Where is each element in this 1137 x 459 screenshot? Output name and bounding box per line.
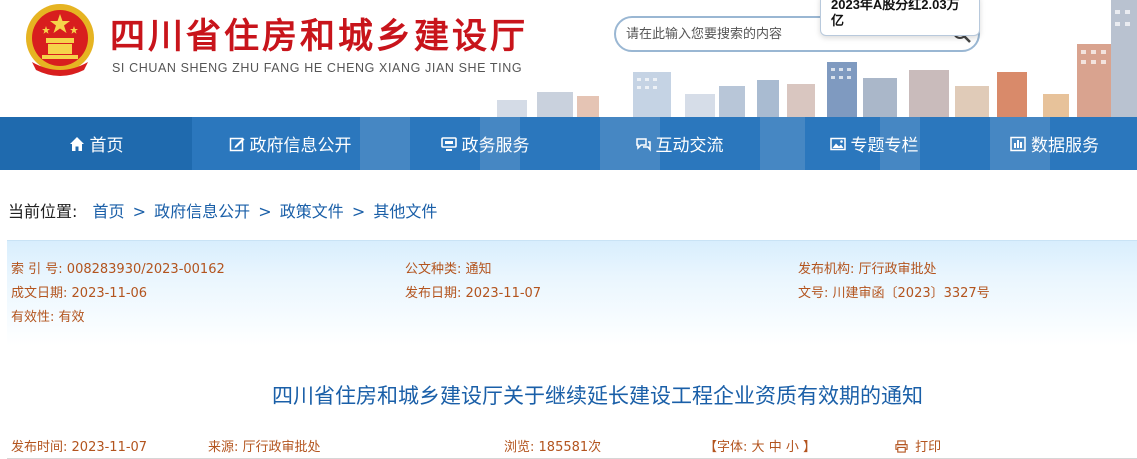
publish-time-label: 发布时间:	[11, 440, 68, 455]
nav-label: 首页	[89, 136, 124, 156]
breadcrumb: 当前位置: 首页 > 政府信息公开 > 政策文件 > 其他文件	[8, 198, 437, 222]
meta-published-label: 发布日期:	[405, 286, 462, 301]
meta-publisher-label: 发布机构:	[798, 262, 855, 277]
meta-created-label: 成文日期:	[11, 286, 68, 301]
meta-index-value: 008283930/2023-00162	[66, 262, 225, 277]
main-nav: 首页 政府信息公开 政务服务 互动交流 专题专栏 数据服务	[0, 117, 1137, 170]
source-value: 厅行政审批处	[242, 440, 321, 455]
breadcrumb-separator: >	[258, 202, 272, 221]
font-size-small-button[interactable]: 小	[786, 440, 799, 455]
meta-created-date: 成文日期: 2023-11-06	[11, 282, 147, 301]
document-meta-panel: 索 引 号: 008283930/2023-00162 公文种类: 通知 发布机…	[7, 240, 1137, 346]
meta-published-date: 发布日期: 2023-11-07	[405, 282, 541, 301]
meta-doc-number: 文号: 川建审函〔2023〕3327号	[798, 282, 990, 301]
national-emblem-icon	[26, 4, 94, 76]
breadcrumb-separator: >	[351, 202, 366, 221]
meta-doc-no-value: 川建审函〔2023〕3327号	[832, 286, 990, 301]
article-title: 四川省住房和城乡建设厅关于继续延长建设工程企业资质有效期的通知	[272, 384, 923, 408]
nav-item-special-topics[interactable]: 专题专栏	[776, 117, 972, 170]
publish-time: 发布时间: 2023-11-07	[11, 436, 147, 455]
nav-label: 政府信息公开	[249, 136, 352, 156]
site-header: 四川省住房和城乡建设厅 SI CHUAN SHENG ZHU FANG HE C…	[0, 0, 1137, 117]
article-info-bar: 发布时间: 2023-11-07 来源: 厅行政审批处 浏览: 185581次 …	[7, 426, 1137, 459]
chart-icon	[1010, 136, 1026, 151]
meta-doc-type: 公文种类: 通知	[405, 258, 492, 277]
breadcrumb-policy-docs[interactable]: 政策文件	[280, 202, 344, 221]
nav-item-interaction[interactable]: 互动交流	[582, 117, 776, 170]
news-popup[interactable]: 2023年A股分红2.03万亿	[820, 0, 980, 36]
nav-label: 专题专栏	[850, 136, 919, 156]
nav-item-gov-info[interactable]: 政府信息公开	[192, 117, 388, 170]
picture-icon	[829, 137, 846, 150]
printer-icon	[895, 440, 908, 453]
nav-label: 数据服务	[1031, 136, 1099, 156]
meta-doc-no-label: 文号:	[798, 286, 829, 301]
meta-doc-type-value: 通知	[465, 262, 492, 277]
nav-label: 政务服务	[461, 136, 530, 156]
meta-validity: 有效性: 有效	[11, 306, 85, 325]
font-size-label: 【字体:	[704, 440, 748, 455]
source-label: 来源:	[208, 440, 239, 455]
views-label: 浏览:	[504, 440, 535, 455]
nav-item-home[interactable]: 首页	[0, 117, 192, 170]
views-value: 185581次	[538, 440, 602, 455]
nav-label: 互动交流	[655, 136, 724, 156]
meta-index: 索 引 号: 008283930/2023-00162	[11, 258, 225, 277]
breadcrumb-separator: >	[132, 202, 147, 221]
breadcrumb-home[interactable]: 首页	[93, 202, 125, 221]
meta-created-value: 2023-11-06	[71, 286, 148, 301]
meta-doc-type-label: 公文种类:	[405, 262, 462, 277]
font-size-control: 【字体: 大 中 小 】	[704, 436, 816, 455]
print-label[interactable]: 打印	[915, 440, 941, 455]
nav-item-data-service[interactable]: 数据服务	[972, 117, 1137, 170]
monitor-icon	[440, 136, 457, 151]
breadcrumb-other-docs[interactable]: 其他文件	[373, 202, 437, 221]
breadcrumb-gov-info[interactable]: 政府信息公开	[154, 202, 250, 221]
breadcrumb-label: 当前位置:	[8, 202, 78, 221]
edit-icon	[229, 137, 244, 151]
font-size-medium-button[interactable]: 中	[769, 440, 782, 455]
meta-published-value: 2023-11-07	[465, 286, 542, 301]
print-button[interactable]: 打印	[895, 436, 941, 455]
chat-icon	[635, 137, 651, 152]
font-size-large-button[interactable]: 大	[752, 440, 765, 455]
view-count: 浏览: 185581次	[504, 436, 601, 455]
meta-publisher-value: 厅行政审批处	[858, 262, 937, 277]
publish-time-value: 2023-11-07	[71, 440, 148, 455]
source: 来源: 厅行政审批处	[208, 436, 321, 455]
nav-item-gov-service[interactable]: 政务服务	[388, 117, 582, 170]
meta-validity-label: 有效性:	[11, 310, 55, 325]
meta-index-label: 索 引 号:	[11, 262, 63, 277]
meta-validity-value: 有效	[58, 310, 85, 325]
meta-publisher: 发布机构: 厅行政审批处	[798, 258, 937, 277]
font-size-close-bracket: 】	[803, 440, 817, 455]
home-icon	[69, 136, 84, 151]
